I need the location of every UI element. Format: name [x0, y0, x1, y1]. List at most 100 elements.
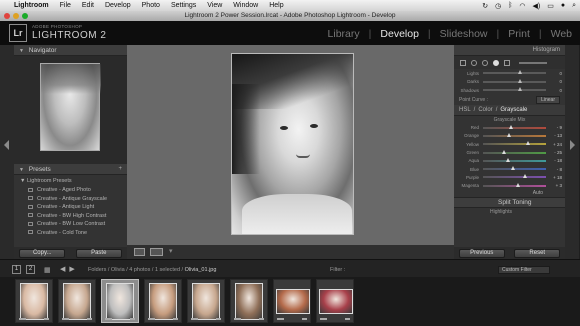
preset-item[interactable]: Creative - Cold Tone [28, 230, 127, 236]
module-web[interactable]: Web [551, 28, 572, 40]
navigator-preview[interactable] [14, 56, 127, 164]
right-panel-edge[interactable] [565, 45, 579, 259]
slider-knob-icon[interactable] [509, 124, 514, 129]
tone-slider-value[interactable]: 0 [550, 79, 562, 84]
filmstrip-thumbnail[interactable] [316, 279, 354, 323]
tone-slider-row[interactable]: Darks 0 [454, 78, 565, 87]
tone-slider-track[interactable] [483, 70, 546, 75]
auto-button[interactable]: Auto [454, 190, 565, 197]
preset-item[interactable]: Creative - BW Low Contrast [28, 221, 127, 227]
slider-knob-icon[interactable] [517, 70, 522, 75]
filmstrip-thumbnail[interactable] [144, 279, 182, 323]
grayscale-slider-value[interactable]: - 9 [550, 125, 562, 130]
module-library[interactable]: Library [328, 28, 360, 40]
menu-settings[interactable]: Settings [171, 0, 196, 11]
navigator-thumbnail[interactable] [40, 63, 101, 151]
crop-tool-icon[interactable] [460, 59, 466, 66]
tab-grayscale[interactable]: Grayscale [500, 107, 527, 113]
grayscale-slider-track[interactable] [483, 132, 546, 137]
presets-header[interactable]: ▼ Presets + [14, 164, 127, 175]
grayscale-slider-red[interactable]: Red - 9 [454, 124, 565, 132]
grayscale-slider-value[interactable]: - 13 [550, 133, 562, 138]
slider-knob-icon[interactable] [511, 166, 516, 171]
graduated-filter-icon[interactable] [493, 59, 499, 66]
sync-icon[interactable]: ↻ [482, 2, 488, 10]
back-arrow-icon[interactable]: ◀ [60, 266, 69, 273]
grayscale-slider-magenta[interactable]: Magenta + 3 [454, 182, 565, 190]
slider-knob-icon[interactable] [515, 182, 520, 187]
grid-view-icon[interactable]: ▦ [44, 266, 51, 274]
thumbnail-image[interactable] [149, 283, 177, 320]
tone-slider-value[interactable]: 0 [550, 71, 562, 76]
point-curve-dropdown[interactable]: Linear [536, 95, 560, 104]
grayscale-slider-track[interactable] [483, 149, 546, 154]
grayscale-slider-track[interactable] [483, 166, 546, 171]
image-canvas[interactable] [127, 45, 454, 245]
forward-arrow-icon[interactable]: ▶ [69, 266, 78, 273]
grayscale-slider-track[interactable] [483, 182, 546, 187]
thumbnail-image[interactable] [20, 283, 48, 320]
navigator-header[interactable]: ▼ Navigator [14, 45, 127, 56]
preset-folder[interactable]: ▼ Lightroom Presets [20, 178, 127, 184]
left-panel-edge[interactable] [0, 45, 14, 259]
wifi-icon[interactable]: ◠ [519, 2, 525, 10]
grayscale-slider-yellow[interactable]: Yellow + 24 [454, 140, 565, 148]
tone-slider-track[interactable] [483, 87, 546, 92]
grayscale-slider-value[interactable]: - 18 [550, 158, 562, 163]
menu-window[interactable]: Window [233, 0, 258, 11]
close-window-icon[interactable] [4, 13, 10, 19]
grayscale-slider-value[interactable]: + 18 [550, 175, 562, 180]
reset-button[interactable]: Reset [514, 248, 561, 258]
filmstrip[interactable] [0, 277, 580, 326]
volume-icon[interactable]: ◀) [533, 2, 541, 10]
main-photo[interactable] [231, 53, 354, 235]
tool-slider[interactable] [519, 61, 547, 64]
grayscale-slider-value[interactable]: + 3 [550, 183, 562, 188]
tab-hsl[interactable]: HSL [459, 107, 471, 113]
histogram-header[interactable]: Histogram [454, 45, 565, 56]
menu-develop[interactable]: Develop [105, 0, 131, 11]
spotlight-icon[interactable]: ⌕ [572, 2, 576, 10]
thumbnail-image[interactable] [235, 283, 263, 320]
collapse-right-icon[interactable] [570, 140, 575, 150]
grayscale-slider-aqua[interactable]: Aqua - 18 [454, 157, 565, 165]
module-develop[interactable]: Develop [380, 28, 419, 40]
split-toning-header[interactable]: Split Toning [454, 196, 565, 208]
thumbnail-image[interactable] [192, 283, 220, 320]
thumbnail-image[interactable] [63, 283, 91, 320]
clock-icon[interactable]: ◷ [495, 2, 501, 10]
minimize-window-icon[interactable] [13, 13, 19, 19]
module-slideshow[interactable]: Slideshow [440, 28, 488, 40]
previous-button[interactable]: Previous [458, 248, 505, 258]
slider-knob-icon[interactable] [501, 149, 506, 154]
grayscale-slider-orange[interactable]: Orange - 13 [454, 132, 565, 140]
zoom-window-icon[interactable] [22, 13, 28, 19]
preset-item[interactable]: Creative - BW High Contrast [28, 213, 127, 219]
tab-color[interactable]: Color [478, 107, 492, 113]
filmstrip-thumbnail[interactable] [15, 279, 53, 323]
menu-view[interactable]: View [207, 0, 222, 11]
adjustment-brush-icon[interactable] [504, 59, 510, 66]
menu-edit[interactable]: Edit [82, 0, 94, 11]
module-print[interactable]: Print [508, 28, 530, 40]
copy-settings-button[interactable]: Copy... [19, 248, 66, 258]
tone-slider-row[interactable]: Shadows 0 [454, 86, 565, 95]
custom-filter-dropdown[interactable]: Custom Filter [498, 266, 550, 274]
add-preset-icon[interactable]: + [118, 164, 122, 175]
menu-photo[interactable]: Photo [142, 0, 160, 11]
filmstrip-thumbnail[interactable] [101, 279, 139, 323]
filmstrip-thumbnail[interactable] [230, 279, 268, 323]
grayscale-slider-track[interactable] [483, 124, 546, 129]
spot-removal-icon[interactable] [471, 59, 477, 66]
grayscale-slider-green[interactable]: Green - 25 [454, 148, 565, 156]
battery-icon[interactable]: ▭ [547, 2, 554, 10]
loupe-view-icon[interactable] [134, 248, 145, 256]
slider-knob-icon[interactable] [517, 87, 522, 92]
slider-knob-icon[interactable] [525, 141, 530, 146]
tone-slider-value[interactable]: 0 [550, 88, 562, 93]
red-eye-icon[interactable] [482, 59, 488, 66]
grayscale-slider-value[interactable]: - 25 [550, 150, 562, 155]
before-after-view-icon[interactable] [150, 248, 163, 256]
collapse-left-icon[interactable] [4, 140, 9, 150]
preset-item[interactable]: Creative - Antique Grayscale [28, 196, 127, 202]
